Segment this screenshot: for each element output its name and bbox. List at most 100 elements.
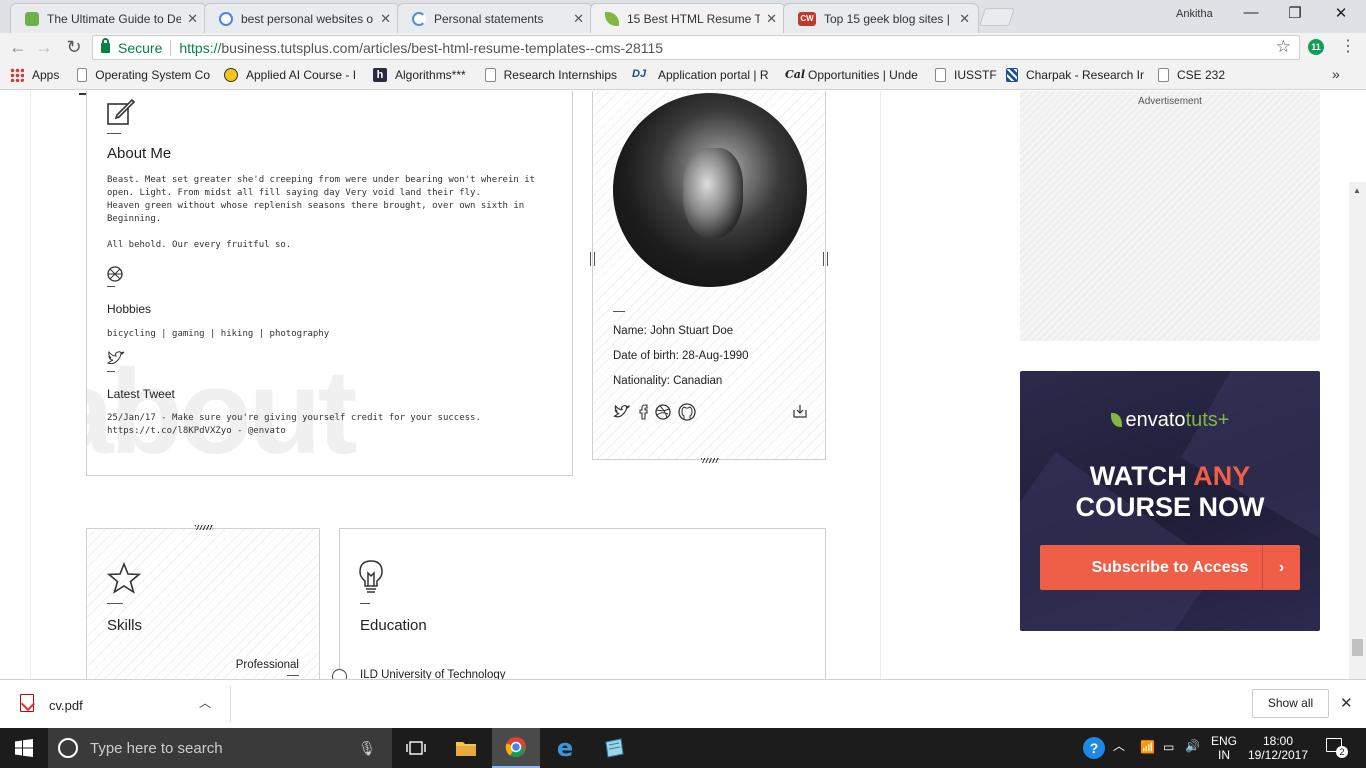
about-line: Heaven green without whose replenish sea… (107, 201, 525, 211)
app-taskbar-icon[interactable] (590, 728, 638, 768)
education-card: Education ILD University of Technology (332, 528, 826, 679)
bookmark-research-internships[interactable]: Research Internships (485, 68, 617, 82)
task-view-icon[interactable] (392, 728, 440, 768)
restore-icon[interactable]: ❐ (1280, 4, 1310, 22)
language-indicator[interactable]: ENG IN (1208, 734, 1240, 762)
minimize-icon[interactable]: — (1236, 4, 1266, 21)
resize-handle (195, 525, 213, 530)
download-filename[interactable]: cv.pdf (49, 698, 83, 713)
profile-name: Name: John Stuart Doe (613, 325, 734, 337)
bookmark-label: CSE 232 (1177, 68, 1226, 82)
bookmark-star-icon[interactable]: ☆ (1276, 37, 1291, 57)
close-tab-icon[interactable]: ✕ (380, 11, 391, 27)
tab-title: The Ultimate Guide to De (47, 11, 182, 26)
url-text: business.tutsplus.com/articles/best-html… (221, 39, 664, 56)
network-icon[interactable]: 📶 (1140, 740, 1155, 754)
loading-spinner-icon (412, 11, 426, 26)
chevron-up-icon[interactable]: ︿ (199, 694, 211, 711)
close-window-icon[interactable]: ✕ (1326, 4, 1356, 22)
taskbar-search[interactable]: Type here to search 🎙 (48, 728, 392, 768)
bookmark-applied-ai[interactable]: Applied AI Course - I (224, 68, 360, 82)
divider (230, 686, 231, 722)
volume-icon[interactable]: 🔊 (1185, 739, 1200, 753)
section-rule (107, 286, 115, 287)
tab-geek-blogs[interactable]: CW Top 15 geek blog sites | G ✕ (783, 3, 979, 33)
star-icon (107, 562, 141, 594)
tweet-link[interactable]: https://t.co/l8KPdVXZyo - @envato (107, 425, 481, 438)
extension-icon[interactable]: 11 (1308, 39, 1324, 55)
vertical-scrollbar[interactable]: ▲ ▼ (1349, 182, 1366, 679)
bookmarks-overflow-icon[interactable]: » (1332, 66, 1340, 82)
hobbies-heading: Hobbies (107, 302, 152, 316)
bookmark-operating-system[interactable]: Operating System Co (77, 68, 210, 82)
menu-dots-icon[interactable]: ⋮ (1340, 36, 1356, 56)
bookmark-cse232[interactable]: CSE 232 (1158, 68, 1225, 82)
dribbble-icon[interactable] (655, 404, 671, 420)
tweet-text: 25/Jan/17 - Make sure you're giving your… (107, 412, 481, 438)
scroll-up-icon[interactable]: ▲ (1353, 186, 1361, 195)
bookmark-opportunities[interactable]: Cal Opportunities | Unde (785, 68, 920, 82)
tab-ultimate-guide[interactable]: The Ultimate Guide to De ✕ (10, 3, 207, 33)
subscribe-label: Subscribe to Access (1091, 558, 1249, 576)
close-tab-icon[interactable]: ✕ (766, 11, 777, 27)
new-tab-button[interactable] (979, 8, 1015, 26)
security-indicator[interactable]: Secure (101, 37, 162, 56)
pdf-file-icon (20, 694, 34, 712)
github-icon[interactable] (678, 403, 696, 421)
download-icon[interactable] (793, 404, 807, 418)
envato-ad-banner[interactable]: envatotuts+ WATCH ANY COURSE NOW Subscri… (1020, 371, 1320, 631)
bookmark-apps[interactable]: Apps (10, 68, 59, 82)
facebook-icon[interactable] (638, 404, 648, 420)
lock-icon (101, 37, 110, 53)
ad-headline: WATCH ANY COURSE NOW (1020, 461, 1320, 523)
close-shelf-icon[interactable]: ✕ (1340, 694, 1353, 712)
tab-personal-websites[interactable]: best personal websites o ✕ (204, 3, 400, 33)
bookmark-charpak[interactable]: Charpak - Research Ir (1006, 68, 1144, 82)
bookmark-label: Opportunities | Unde (808, 68, 918, 82)
show-all-button[interactable]: Show all (1252, 689, 1329, 718)
close-tab-icon[interactable]: ✕ (187, 11, 198, 27)
scrollbar-thumb[interactable] (1352, 639, 1363, 656)
charpak-icon (1006, 68, 1018, 82)
forward-arrow-icon[interactable]: → (32, 37, 56, 58)
reload-icon[interactable]: ↻ (62, 37, 86, 58)
clock-time: 18:00 (1262, 734, 1294, 748)
tab-personal-statements[interactable]: Personal statements ✕ (397, 3, 593, 33)
profile-name[interactable]: Ankitha (1176, 8, 1213, 20)
chrome-taskbar-icon[interactable] (492, 728, 540, 768)
language-code: ENG (1210, 734, 1237, 748)
ad-label: Advertisement (1138, 96, 1202, 107)
bookmark-algorithms[interactable]: h Algorithms*** (373, 68, 466, 82)
bookmark-label: Application portal | R (658, 68, 769, 82)
twitter-icon[interactable] (613, 404, 631, 419)
battery-icon[interactable]: ▭ (1163, 740, 1174, 754)
page-icon (77, 68, 88, 82)
address-bar[interactable]: Secure https://business.tutsplus.com/art… (92, 35, 1300, 60)
close-tab-icon[interactable]: ✕ (573, 11, 584, 27)
microphone-icon[interactable]: 🎙 (358, 740, 376, 757)
tab-strip: The Ultimate Guide to De ✕ best personal… (0, 0, 1366, 33)
close-tab-icon[interactable]: ✕ (959, 11, 970, 27)
education-item: ILD University of Technology (360, 669, 506, 679)
clock[interactable]: 18:00 19/12/2017 (1244, 734, 1312, 762)
column-divider (880, 91, 881, 679)
google-icon (219, 11, 233, 26)
notifications-icon[interactable]: 2 (1322, 738, 1348, 758)
bookmark-iusstf[interactable]: IUSSTF (935, 68, 997, 82)
region-code: IN (1218, 748, 1230, 762)
cal-icon: Cal (785, 68, 806, 81)
subscribe-button[interactable]: Subscribe to Access › (1040, 545, 1300, 590)
tab-html-resume[interactable]: 15 Best HTML Resume Te ✕ (590, 3, 786, 33)
section-rule (107, 133, 121, 134)
back-arrow-icon[interactable]: ← (6, 37, 30, 58)
edge-icon[interactable]: e (541, 728, 589, 768)
tray-expand-icon[interactable]: ︿ (1113, 739, 1125, 753)
help-icon[interactable]: ? (1070, 728, 1118, 768)
h-icon: h (373, 68, 387, 82)
windows-start-icon[interactable] (0, 728, 48, 768)
brand-name: envato (1125, 409, 1186, 431)
bookmark-application-portal[interactable]: DJ Application portal | R (632, 68, 772, 82)
bookmark-label: Algorithms*** (395, 68, 466, 82)
about-line: Beginning. (107, 214, 162, 224)
file-explorer-icon[interactable] (442, 728, 490, 768)
